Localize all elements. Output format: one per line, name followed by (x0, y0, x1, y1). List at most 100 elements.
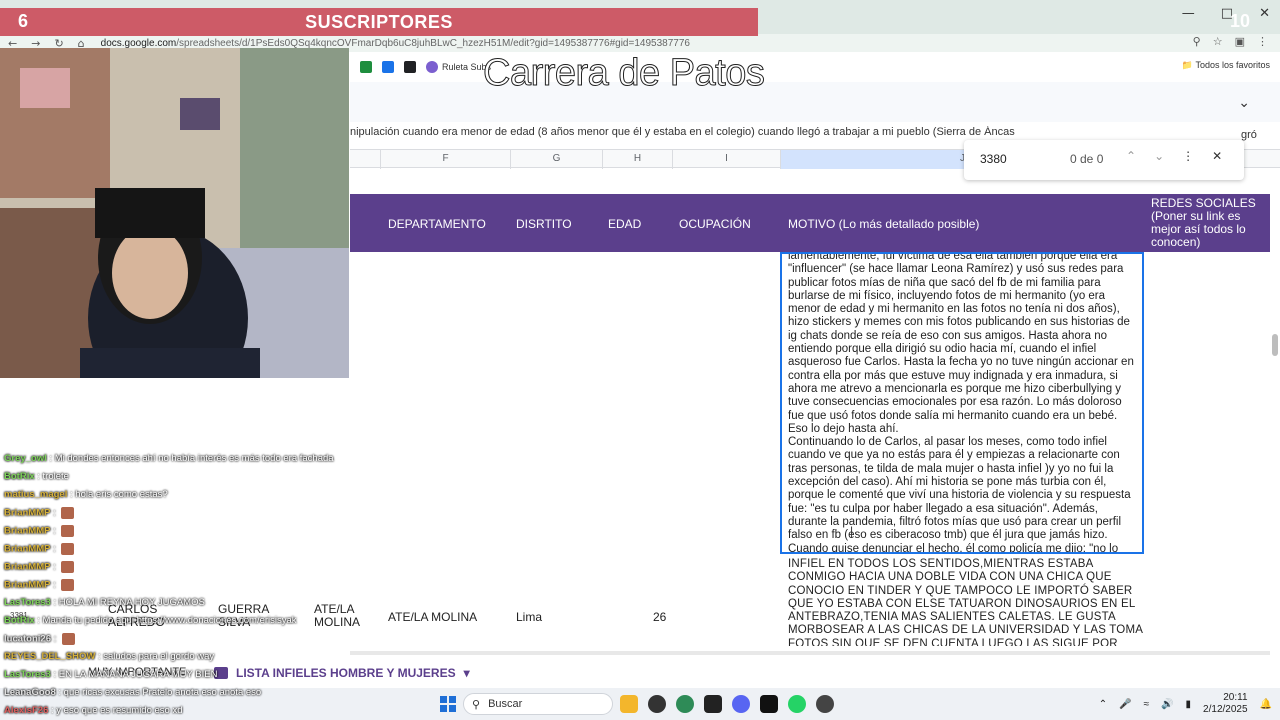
capcut-icon[interactable] (704, 695, 722, 713)
chat-message: BotRix : Manda tu pedido aqui https://ww… (4, 615, 297, 626)
column-header-h[interactable]: H (602, 150, 672, 169)
windows-start-icon[interactable] (440, 696, 456, 712)
header-distrito[interactable]: DISRTITO (516, 217, 572, 231)
chat-message: LasTores3 : HOLA MI REYNA HOY JUGAMOS (4, 597, 205, 608)
emote-icon (61, 579, 75, 591)
chat-message: BrianMMP : (4, 561, 75, 573)
taskbar-search[interactable]: ⚲ Buscar (463, 693, 613, 715)
chat-text: EN LA MAÑANA JUGARA MUY BIEN (58, 669, 218, 680)
chat-username[interactable]: BrianMMP (4, 544, 50, 555)
chat-separator: : (50, 561, 59, 573)
emote-icon (61, 633, 75, 645)
chat-message: BrianMMP : (4, 543, 75, 555)
table-row[interactable]: ATE/LA MOLINA Lima 26 INFIEL EN TODOS LO… (350, 556, 1270, 648)
bookmark-icon[interactable] (360, 61, 372, 73)
chat-separator: : (50, 669, 59, 680)
notifications-icon[interactable]: 🔔 (1260, 699, 1272, 710)
volume-icon[interactable]: 🔊 (1161, 699, 1173, 710)
chat-username[interactable]: BrianMMP (4, 526, 50, 537)
openai-icon[interactable] (648, 695, 666, 713)
chat-username[interactable]: BrianMMP (4, 508, 50, 519)
chevron-down-icon[interactable]: ⌄ (1238, 94, 1250, 111)
chat-username[interactable]: LasTores3 (4, 669, 51, 680)
search-label: Buscar (488, 698, 523, 710)
chat-username[interactable]: LasTores3 (4, 597, 51, 608)
chat-message: REYES_DEL_SHOW : saludos para el gordo w… (4, 651, 214, 662)
chat-separator: : (55, 687, 64, 698)
column-header-g[interactable]: G (510, 150, 602, 169)
microphone-icon[interactable]: 🎤 (1119, 699, 1131, 710)
chrome-icon[interactable] (676, 695, 694, 713)
notion-icon[interactable] (760, 695, 778, 713)
extensions-icon[interactable]: ▣ (1235, 35, 1245, 48)
chat-username[interactable]: REYES_DEL_SHOW (4, 651, 95, 662)
more-options-icon[interactable]: ⋮ (1182, 149, 1194, 163)
formula-tail: gró (1241, 129, 1257, 141)
chat-message: matius_magel : hola eris como estas? (4, 489, 168, 500)
chat-username[interactable]: Grey_owl (4, 453, 47, 464)
chat-separator: : (50, 579, 59, 591)
minimize-icon[interactable]: — (1182, 6, 1195, 21)
chat-username[interactable]: BrianMMP (4, 562, 50, 573)
header-ocupacion[interactable]: OCUPACIÓN (679, 217, 751, 231)
race-title: Carrera de Patos (482, 52, 765, 95)
chat-username[interactable]: matius_magel (4, 489, 67, 500)
find-input[interactable]: 3380 (980, 152, 1007, 166)
discord-icon[interactable] (732, 695, 750, 713)
selected-cell-motivo[interactable]: lamentablemente, fui víctima de esa ella… (780, 252, 1144, 554)
chat-username[interactable]: LeanaGoo8 (4, 687, 56, 698)
chevron-up-icon[interactable]: ⌃ (1099, 699, 1107, 710)
url-text[interactable]: docs.google.com/spreadsheets/d/1PsEds0QS… (101, 38, 690, 49)
column-header-f[interactable]: F (380, 150, 510, 169)
header-redes-sociales[interactable]: REDES SOCIALES (Poner su link es mejor a… (1151, 197, 1263, 249)
emote-icon (61, 525, 75, 537)
chat-message: BrianMMP : (4, 579, 75, 591)
cell-edad[interactable]: 26 (653, 610, 666, 624)
horizontal-scrollbar[interactable] (350, 651, 1270, 655)
url-domain: docs.google.com (100, 37, 177, 49)
clock-date: 2/12/2025 (1203, 704, 1248, 715)
stream-chat: Grey_owl : Mi dondes entonces ahí no hab… (0, 378, 349, 720)
url-path: /spreadsheets/d/1PsEds0QSq4kqncOVFmarDqb… (176, 37, 690, 49)
header-motivo[interactable]: MOTIVO (Lo más detallado posible) (788, 217, 979, 231)
bookmark-icon[interactable] (404, 61, 416, 73)
whatsapp-icon[interactable] (788, 695, 806, 713)
file-explorer-icon[interactable] (620, 695, 638, 713)
scrollbar-thumb[interactable] (1272, 334, 1278, 356)
column-header-i[interactable]: I (672, 150, 780, 169)
tab-dropdown-icon[interactable]: ▾ (464, 666, 470, 680)
chat-separator: : (50, 525, 59, 537)
header-edad[interactable]: EDAD (608, 217, 641, 231)
subscribers-goal: 10 (1230, 11, 1251, 31)
obs-icon[interactable] (816, 695, 834, 713)
motivo-text: lamentablemente, fui víctima de esa ella… (788, 252, 1134, 554)
search-icon: ⚲ (472, 698, 481, 711)
chat-username[interactable]: BotRix (4, 471, 35, 482)
star-icon[interactable]: ☆ (1213, 35, 1223, 48)
chat-separator: : (50, 597, 59, 608)
menu-icon[interactable]: ⋮ (1257, 35, 1268, 48)
header-departamento[interactable]: DEPARTAMENTO (388, 217, 486, 231)
webcam-scene (0, 48, 349, 378)
download-icon[interactable] (382, 61, 394, 73)
previous-result-icon[interactable]: ⌃ (1126, 149, 1136, 163)
cell-motivo[interactable]: INFIEL EN TODOS LOS SENTIDOS,MIENTRAS ES… (788, 558, 1152, 646)
chat-username[interactable]: AlexisF26 (4, 705, 48, 716)
close-window-icon[interactable]: ✕ (1259, 6, 1270, 21)
battery-icon[interactable]: ▮ (1186, 699, 1192, 710)
clock[interactable]: 20:11 2/12/2025 (1203, 692, 1248, 716)
chat-username[interactable]: BotRix (4, 615, 35, 626)
chat-username[interactable]: lucatoni26 (4, 634, 51, 645)
wifi-icon[interactable]: ≈ (1144, 699, 1150, 710)
zoom-icon[interactable]: ⚲ (1193, 35, 1201, 48)
chat-message: lucatoni26 : (4, 633, 75, 645)
close-icon[interactable]: ✕ (1212, 149, 1222, 163)
cell-departamento[interactable]: ATE/LA MOLINA (388, 610, 477, 624)
roulette-icon (426, 61, 438, 73)
vertical-scrollbar[interactable] (1272, 130, 1278, 650)
cell-distrito[interactable]: Lima (516, 610, 542, 624)
chat-username[interactable]: BrianMMP (4, 580, 50, 591)
chat-text: HOLA MI REYNA HOY JUGAMOS (58, 597, 205, 608)
all-bookmarks[interactable]: 📁 Todos los favoritos (1182, 60, 1270, 71)
next-result-icon[interactable]: ⌄ (1154, 149, 1164, 163)
